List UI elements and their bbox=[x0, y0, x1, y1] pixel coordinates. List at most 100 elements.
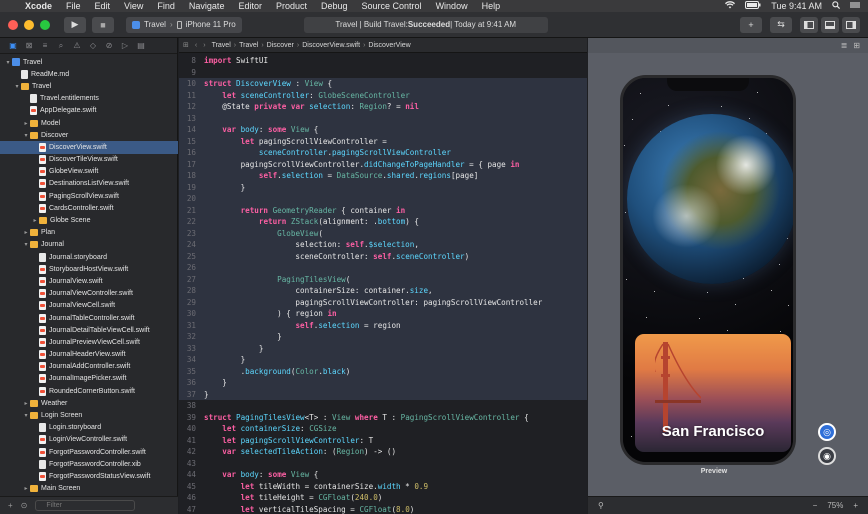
nav-item[interactable]: ▾ Login Screen bbox=[0, 409, 178, 421]
nav-item[interactable]: ▾ Journal bbox=[0, 239, 178, 251]
filter-icon[interactable]: ⊙ bbox=[21, 501, 28, 510]
code-line[interactable]: 10 struct DiscoverView : View { bbox=[179, 78, 587, 90]
scheme-selector[interactable]: Travel › iPhone 11 Pro bbox=[126, 16, 242, 33]
globe-view[interactable] bbox=[627, 114, 793, 284]
code-line[interactable]: 20 bbox=[179, 193, 587, 205]
report-icon[interactable]: ▤ bbox=[136, 41, 146, 50]
disclosure-icon[interactable]: ▸ bbox=[22, 229, 30, 236]
menu-file[interactable]: File bbox=[59, 0, 88, 12]
code-line[interactable]: 32 } bbox=[179, 331, 587, 343]
code-area[interactable]: 8 import SwiftUI 9 10 struct DiscoverView : … bbox=[179, 55, 587, 514]
code-line[interactable]: 16 sceneController.pagingScrollViewContr… bbox=[179, 147, 587, 159]
related-items-icon[interactable]: ⊞ bbox=[183, 41, 189, 49]
nav-item[interactable]: ▸ Model bbox=[0, 117, 178, 129]
back-icon[interactable]: ‹ bbox=[195, 42, 197, 49]
disclosure-icon[interactable]: ▾ bbox=[22, 132, 30, 139]
code-line[interactable]: 34 } bbox=[179, 354, 587, 366]
nav-item[interactable]: ▸ Weather bbox=[0, 397, 178, 409]
menu-navigate[interactable]: Navigate bbox=[182, 0, 232, 12]
code-line[interactable]: 40 let containerSize: CGSize bbox=[179, 423, 587, 435]
menu-product[interactable]: Product bbox=[269, 0, 314, 12]
nav-item[interactable]: Login.storyboard bbox=[0, 422, 178, 434]
nav-item[interactable]: ForgotPasswordController.swift bbox=[0, 446, 178, 458]
code-line[interactable]: 38 bbox=[179, 400, 587, 412]
disclosure-icon[interactable]: ▾ bbox=[22, 241, 30, 248]
nav-item[interactable]: ForgotPasswordStatusView.swift bbox=[0, 470, 178, 482]
nav-item[interactable]: JournalPreviewViewCell.swift bbox=[0, 336, 178, 348]
disclosure-icon[interactable]: ▾ bbox=[13, 83, 21, 90]
debug-icon[interactable]: ⊘ bbox=[104, 41, 114, 50]
code-line[interactable]: 27 PagingTilesView( bbox=[179, 273, 587, 285]
library-button[interactable]: + bbox=[740, 16, 762, 33]
menu-find[interactable]: Find bbox=[150, 0, 182, 12]
nav-item[interactable]: JournalView.swift bbox=[0, 275, 178, 287]
issue-icon[interactable]: ⚠ bbox=[72, 41, 82, 50]
nav-item[interactable]: JournalViewCell.swift bbox=[0, 300, 178, 312]
stop-button[interactable]: ■ bbox=[92, 16, 114, 33]
code-line[interactable]: 39 struct PagingTilesView<T> : View where… bbox=[179, 412, 587, 424]
code-line[interactable]: 31 self.selection = region bbox=[179, 319, 587, 331]
code-line[interactable]: 23 GlobeView( bbox=[179, 227, 587, 239]
nav-item[interactable]: StoryboardHostView.swift bbox=[0, 263, 178, 275]
spotlight-icon[interactable] bbox=[832, 0, 841, 12]
code-review-button[interactable]: ⇆ bbox=[770, 16, 792, 33]
nav-item[interactable]: AppDelegate.swift bbox=[0, 105, 178, 117]
zoom-level[interactable]: 75% bbox=[827, 501, 843, 510]
folder-icon[interactable]: ▣ bbox=[8, 41, 18, 50]
next-card-peek[interactable] bbox=[795, 334, 796, 452]
disclosure-icon[interactable]: ▸ bbox=[22, 400, 30, 407]
battery-icon[interactable] bbox=[745, 0, 761, 12]
editor-options-icon[interactable]: ≣ bbox=[841, 41, 848, 50]
forward-icon[interactable]: › bbox=[203, 42, 205, 49]
nav-item[interactable]: ReadMe.md bbox=[0, 68, 178, 80]
code-line[interactable]: 18 self.selection = DataSource.shared.re… bbox=[179, 170, 587, 182]
iphone-preview[interactable]: San Francisco bbox=[620, 75, 796, 465]
nav-item[interactable]: DestinationsListView.swift bbox=[0, 178, 178, 190]
disclosure-icon[interactable]: ▸ bbox=[22, 120, 30, 127]
nav-item[interactable]: JournalAddController.swift bbox=[0, 361, 178, 373]
test-icon[interactable]: ◇ bbox=[88, 41, 98, 50]
pin-icon[interactable]: ⚲ bbox=[588, 501, 604, 510]
jump-crumb-symbol[interactable]: DiscoverView bbox=[368, 42, 410, 49]
jump-crumb-group[interactable]: Travel bbox=[239, 42, 258, 49]
control-center-icon[interactable] bbox=[850, 0, 860, 12]
code-line[interactable]: 33 } bbox=[179, 342, 587, 354]
code-line[interactable]: 30 ) { region in bbox=[179, 308, 587, 320]
nav-item[interactable]: JournalHeaderView.swift bbox=[0, 349, 178, 361]
symbol-icon[interactable]: ≡ bbox=[40, 41, 50, 50]
code-line[interactable]: 37} bbox=[179, 388, 587, 400]
nav-item[interactable]: GlobeView.swift bbox=[0, 166, 178, 178]
disclosure-icon[interactable]: ▾ bbox=[4, 59, 12, 66]
menu-edit[interactable]: Edit bbox=[88, 0, 118, 12]
code-line[interactable]: 46 let tileHeight = CGFloat(240.0) bbox=[179, 492, 587, 504]
live-preview-button[interactable]: ◎ bbox=[818, 423, 836, 441]
nav-item[interactable]: ForgotPasswordController.xib bbox=[0, 458, 178, 470]
nav-item[interactable]: DiscoverView.swift bbox=[0, 141, 178, 154]
code-line[interactable]: 21 return GeometryReader { container in bbox=[179, 204, 587, 216]
code-line[interactable]: 42 var selectedTileAction: (Region) -> (… bbox=[179, 446, 587, 458]
nav-item[interactable]: DiscoverTileView.swift bbox=[0, 154, 178, 166]
inspect-preview-button[interactable]: ◉ bbox=[818, 447, 836, 465]
nav-item[interactable]: ▾ Travel bbox=[0, 80, 178, 92]
code-line[interactable]: 29 pagingScrollViewController: pagingScr… bbox=[179, 296, 587, 308]
filter-input[interactable]: Filter bbox=[35, 500, 136, 511]
disclosure-icon[interactable]: ▸ bbox=[22, 485, 30, 492]
nav-item[interactable]: ▸ Globe Scene bbox=[0, 214, 178, 226]
nav-item[interactable]: ▾ Travel bbox=[0, 56, 178, 68]
code-line[interactable]: 43 bbox=[179, 458, 587, 470]
code-line[interactable]: 24 selection: self.$selection, bbox=[179, 239, 587, 251]
code-line[interactable]: 12 @State private var selection: Region?… bbox=[179, 101, 587, 113]
code-line[interactable]: 22 return ZStack(alignment: .bottom) { bbox=[179, 216, 587, 228]
disclosure-icon[interactable]: ▸ bbox=[31, 217, 39, 224]
destination-card[interactable]: San Francisco bbox=[635, 334, 791, 452]
code-line[interactable]: 44 var body: some View { bbox=[179, 469, 587, 481]
disclosure-icon[interactable]: ▾ bbox=[22, 412, 30, 419]
code-line[interactable]: 9 bbox=[179, 67, 587, 79]
nav-item[interactable]: RoundedCornerButton.swift bbox=[0, 385, 178, 397]
code-line[interactable]: 15 let pagingScrollViewController = bbox=[179, 135, 587, 147]
nav-item[interactable]: JournalViewController.swift bbox=[0, 288, 178, 300]
code-line[interactable]: 45 let tileWidth = containerSize.width *… bbox=[179, 481, 587, 493]
nav-item[interactable]: ▸ Main Screen bbox=[0, 483, 178, 495]
code-line[interactable]: 25 sceneController: self.sceneController… bbox=[179, 250, 587, 262]
menu-window[interactable]: Window bbox=[429, 0, 475, 12]
